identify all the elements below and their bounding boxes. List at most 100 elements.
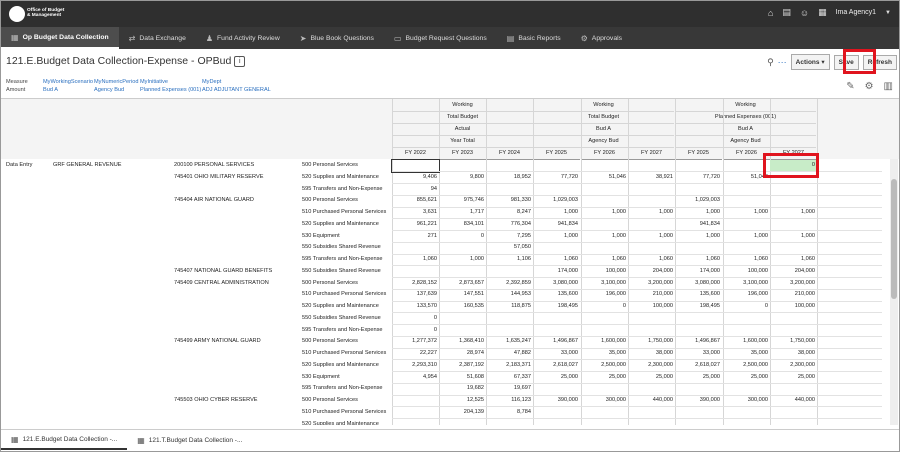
data-cell[interactable]: 1,600,000	[723, 336, 770, 348]
data-cell[interactable]: 35,000	[723, 348, 770, 360]
data-cell[interactable]: 8,247	[486, 207, 533, 219]
data-cell[interactable]	[439, 325, 486, 337]
data-cell[interactable]	[533, 383, 580, 395]
data-cell[interactable]	[392, 266, 439, 278]
data-cell[interactable]	[675, 160, 722, 172]
data-cell[interactable]	[628, 219, 675, 231]
data-cell[interactable]	[723, 160, 770, 172]
data-cell[interactable]	[723, 195, 770, 207]
data-cell[interactable]	[675, 383, 722, 395]
data-cell[interactable]	[628, 160, 675, 172]
data-cell[interactable]: 3,100,000	[723, 278, 770, 290]
data-cell[interactable]: 94	[392, 184, 439, 196]
data-cell[interactable]	[533, 242, 580, 254]
data-cell[interactable]: 1,750,000	[770, 336, 817, 348]
data-cell[interactable]: 1,496,867	[675, 336, 722, 348]
data-cell[interactable]: 3,200,000	[770, 278, 817, 290]
data-cell[interactable]: 1,000	[770, 207, 817, 219]
data-cell[interactable]: 1,060	[392, 254, 439, 266]
data-cell[interactable]	[770, 383, 817, 395]
data-cell[interactable]	[770, 219, 817, 231]
data-cell[interactable]	[533, 407, 580, 419]
data-cell[interactable]: 961,221	[392, 219, 439, 231]
data-cell[interactable]	[770, 313, 817, 325]
data-cell[interactable]: 271	[392, 231, 439, 243]
data-cell[interactable]: 1,000	[533, 231, 580, 243]
scrollbar-thumb[interactable]	[891, 179, 897, 299]
data-cell[interactable]: 28,974	[439, 348, 486, 360]
data-cell[interactable]: 1,000	[723, 207, 770, 219]
data-cell[interactable]: 941,834	[675, 219, 722, 231]
data-cell[interactable]	[628, 325, 675, 337]
data-cell[interactable]: 1,000	[439, 254, 486, 266]
data-cell[interactable]: 2,500,000	[723, 360, 770, 372]
data-cell[interactable]: 0	[770, 160, 817, 172]
data-cell[interactable]	[675, 419, 722, 426]
data-cell[interactable]: 3,100,000	[581, 278, 628, 290]
data-cell[interactable]	[439, 419, 486, 426]
data-cell[interactable]: 174,000	[675, 266, 722, 278]
data-cell[interactable]: 2,300,000	[770, 360, 817, 372]
data-cell[interactable]	[533, 419, 580, 426]
data-cell[interactable]: 77,720	[533, 172, 580, 184]
data-cell[interactable]	[581, 407, 628, 419]
data-cell[interactable]: 2,387,192	[439, 360, 486, 372]
data-cell[interactable]	[628, 419, 675, 426]
tab-1[interactable]: ⇄ Data Exchange	[119, 27, 196, 49]
vertical-scrollbar[interactable]	[890, 159, 898, 425]
data-cell[interactable]: 51,046	[723, 172, 770, 184]
data-cell[interactable]	[439, 184, 486, 196]
period-value[interactable]: Agency Bud	[94, 86, 138, 94]
data-cell[interactable]	[723, 242, 770, 254]
data-cell[interactable]	[533, 184, 580, 196]
data-cell[interactable]: 300,000	[723, 395, 770, 407]
data-cell[interactable]	[392, 242, 439, 254]
data-cell[interactable]: 776,304	[486, 219, 533, 231]
data-cell[interactable]: 57,050	[486, 242, 533, 254]
data-cell[interactable]: 1,060	[723, 254, 770, 266]
data-cell[interactable]: 9,800	[439, 172, 486, 184]
apps-grid-icon[interactable]: ▦	[818, 7, 827, 18]
data-cell[interactable]: 19,682	[439, 383, 486, 395]
home-icon[interactable]: ⌂	[768, 8, 773, 18]
document-tab-0[interactable]: ▦ 121.E.Budget Data Collection -...	[1, 430, 128, 450]
data-cell[interactable]: 2,183,371	[486, 360, 533, 372]
data-cell[interactable]	[581, 419, 628, 426]
data-cell[interactable]	[392, 383, 439, 395]
data-cell[interactable]: 144,953	[486, 289, 533, 301]
data-cell[interactable]: 135,600	[675, 289, 722, 301]
data-cell[interactable]: 1,000	[723, 231, 770, 243]
data-cell[interactable]	[391, 159, 440, 173]
data-cell[interactable]	[628, 313, 675, 325]
data-cell[interactable]: 2,500,000	[581, 360, 628, 372]
data-cell[interactable]: 198,495	[533, 301, 580, 313]
data-cell[interactable]: 196,000	[723, 289, 770, 301]
data-cell[interactable]: 1,000	[675, 207, 722, 219]
data-cell[interactable]	[675, 184, 722, 196]
data-cell[interactable]	[439, 242, 486, 254]
data-cell[interactable]: 0	[723, 301, 770, 313]
data-cell[interactable]: 3,200,000	[628, 278, 675, 290]
data-cell[interactable]: 2,873,657	[439, 278, 486, 290]
data-cell[interactable]	[675, 407, 722, 419]
data-cell[interactable]: 47,882	[486, 348, 533, 360]
info-icon[interactable]: i	[234, 55, 246, 67]
data-cell[interactable]: 100,000	[628, 301, 675, 313]
data-cell[interactable]	[581, 219, 628, 231]
data-cell[interactable]: 174,000	[533, 266, 580, 278]
data-cell[interactable]	[675, 313, 722, 325]
data-cell[interactable]: 3,080,000	[533, 278, 580, 290]
data-cell[interactable]: 196,000	[581, 289, 628, 301]
data-cell[interactable]: 2,618,027	[675, 360, 722, 372]
data-cell[interactable]: 1,000	[533, 207, 580, 219]
data-cell[interactable]: 2,293,310	[392, 360, 439, 372]
data-cell[interactable]: 204,000	[628, 266, 675, 278]
data-cell[interactable]	[723, 219, 770, 231]
data-cell[interactable]: 204,000	[770, 266, 817, 278]
tab-4[interactable]: ▭ Budget Request Questions	[384, 27, 497, 49]
data-cell[interactable]: 19,697	[486, 383, 533, 395]
data-cell[interactable]: 440,000	[628, 395, 675, 407]
tab-5[interactable]: ▤ Basic Reports	[497, 27, 571, 49]
data-cell[interactable]	[770, 419, 817, 426]
data-cell[interactable]	[675, 325, 722, 337]
